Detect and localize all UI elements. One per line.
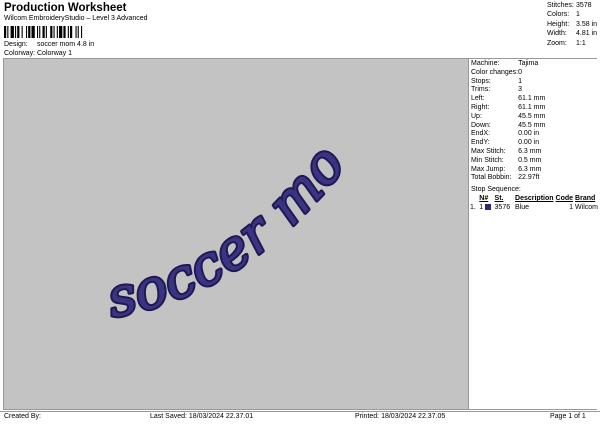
barcode-bar bbox=[77, 26, 79, 38]
height-label: Height: bbox=[547, 20, 570, 28]
barcode-bar bbox=[7, 26, 9, 38]
table-row: 1. 1 3576 Blue 1 Wilcom bbox=[470, 203, 600, 212]
stop-sequence-header: N# St. Description Code Brand bbox=[470, 194, 600, 203]
barcode-bar bbox=[31, 26, 35, 38]
machine-stats: Machine: Tajima Color changes: 0 Stops: 1 T… bbox=[471, 60, 545, 183]
stitches-value: 3578 bbox=[576, 2, 592, 9]
printed-date: Printed: 18/03/2024 22.37.05 bbox=[355, 413, 446, 420]
footer-divider bbox=[0, 411, 600, 412]
col-n: N# bbox=[479, 195, 489, 202]
colors-label: Colors: bbox=[547, 11, 570, 19]
barcode-bar bbox=[75, 26, 77, 38]
barcode-bar bbox=[4, 26, 7, 38]
trims-value: 3 bbox=[518, 86, 522, 94]
left-value: 61.1 mm bbox=[518, 95, 546, 103]
top-stats: Stitches: 3578 Colors: 1 Height: 3.58 in Wi… bbox=[547, 1, 597, 48]
machine-value: Tajima bbox=[518, 60, 539, 67]
down-label: Down: bbox=[471, 121, 491, 129]
barcode-bar bbox=[42, 26, 45, 38]
barcode-bar bbox=[59, 26, 63, 38]
up-label: Up: bbox=[471, 112, 482, 120]
color-changes-label: Color changes: bbox=[471, 68, 519, 76]
barcode-bar bbox=[56, 26, 58, 38]
stops-label: Stops: bbox=[471, 77, 491, 85]
row-description: Blue bbox=[515, 204, 530, 211]
embroidery-design: soccer mom soccer mom bbox=[0, 7, 359, 332]
max-jump-label: Max Jump: bbox=[471, 165, 506, 173]
machine-label: Machine: bbox=[471, 60, 500, 67]
software-subtitle: Wilcom EmbroideryStudio – Level 3 Advanc… bbox=[4, 15, 148, 22]
barcode-bar bbox=[45, 26, 47, 38]
barcode-bar bbox=[10, 26, 14, 38]
design-label: Design: bbox=[4, 41, 28, 48]
design-canvas: soccer mom soccer mom bbox=[0, 7, 468, 409]
col-brand: Brand bbox=[575, 195, 596, 202]
stops-value: 1 bbox=[518, 77, 522, 85]
last-saved: Last Saved: 18/03/2024 22.37.01 bbox=[150, 413, 254, 420]
barcode-bar bbox=[70, 26, 73, 38]
barcode-bar bbox=[81, 26, 83, 38]
page-number: Page 1 of 1 bbox=[550, 413, 586, 420]
color-changes-value: 0 bbox=[518, 68, 522, 76]
right-value: 61.1 mm bbox=[518, 103, 546, 111]
total-bobbin-value: 22.97ft bbox=[518, 174, 540, 182]
col-description: Description bbox=[515, 195, 554, 202]
right-label: Right: bbox=[471, 103, 490, 111]
barcode-bar bbox=[28, 26, 31, 38]
down-value: 45.5 mm bbox=[518, 121, 546, 129]
barcode-bar bbox=[50, 26, 53, 38]
thread-color-swatch bbox=[485, 204, 492, 210]
width-label: Width: bbox=[547, 30, 567, 38]
max-stitch-label: Max Stitch: bbox=[471, 147, 506, 155]
total-bobbin-label: Total Bobbin: bbox=[471, 174, 512, 182]
zoom-value: 1:1 bbox=[576, 39, 586, 47]
barcode-bar bbox=[15, 26, 17, 38]
barcode-bar bbox=[17, 26, 20, 38]
design-info: Design: soccer mom 4.8 in Colorway: Colo… bbox=[4, 40, 94, 59]
design-text: soccer mom bbox=[4, 59, 358, 330]
up-value: 45.5 mm bbox=[518, 112, 546, 120]
barcode bbox=[4, 26, 83, 38]
trims-label: Trims: bbox=[471, 86, 491, 94]
barcode-bar bbox=[67, 26, 69, 38]
barcode-bar bbox=[39, 26, 41, 38]
design-value: soccer mom 4.8 in bbox=[37, 41, 95, 48]
width-value: 4.81 in bbox=[576, 30, 598, 38]
left-label: Left: bbox=[471, 95, 485, 103]
page-title: Production Worksheet bbox=[4, 2, 127, 14]
endy-value: 0.00 in bbox=[518, 139, 540, 147]
max-stitch-value: 6.3 mm bbox=[518, 147, 542, 155]
design-text-path: soccer mom bbox=[0, 9, 357, 330]
colors-value: 1 bbox=[576, 11, 580, 19]
stitches-label: Stitches: bbox=[547, 2, 574, 9]
row-code: 1 bbox=[569, 204, 574, 211]
endx-label: EndX: bbox=[471, 130, 491, 138]
row-stitches: 3576 bbox=[494, 204, 511, 211]
min-stitch-label: Min Stitch: bbox=[471, 156, 504, 164]
min-stitch-value: 0.5 mm bbox=[518, 156, 542, 164]
col-stitches: St. bbox=[494, 195, 504, 202]
barcode-bar bbox=[63, 26, 66, 38]
row-brand: Wilcom bbox=[575, 204, 598, 211]
max-jump-value: 6.3 mm bbox=[518, 165, 542, 173]
col-code: Code bbox=[555, 195, 574, 202]
stop-sequence-table: N# St. Description Code Brand 1. 1 3576 … bbox=[470, 194, 600, 212]
row-index: 1. bbox=[470, 204, 476, 211]
stop-sequence-label: Stop Sequence: bbox=[471, 186, 521, 193]
barcode-bar bbox=[53, 26, 55, 38]
barcode-bar bbox=[21, 26, 23, 38]
height-value: 3.58 in bbox=[576, 20, 598, 28]
row-n: 1 bbox=[479, 203, 494, 212]
endx-value: 0.00 in bbox=[518, 130, 540, 138]
barcode-bar bbox=[26, 26, 28, 38]
endy-label: EndY: bbox=[471, 139, 490, 147]
created-by: Created By: bbox=[4, 413, 41, 420]
barcode-bar bbox=[37, 26, 39, 38]
zoom-label: Zoom: bbox=[547, 39, 567, 47]
